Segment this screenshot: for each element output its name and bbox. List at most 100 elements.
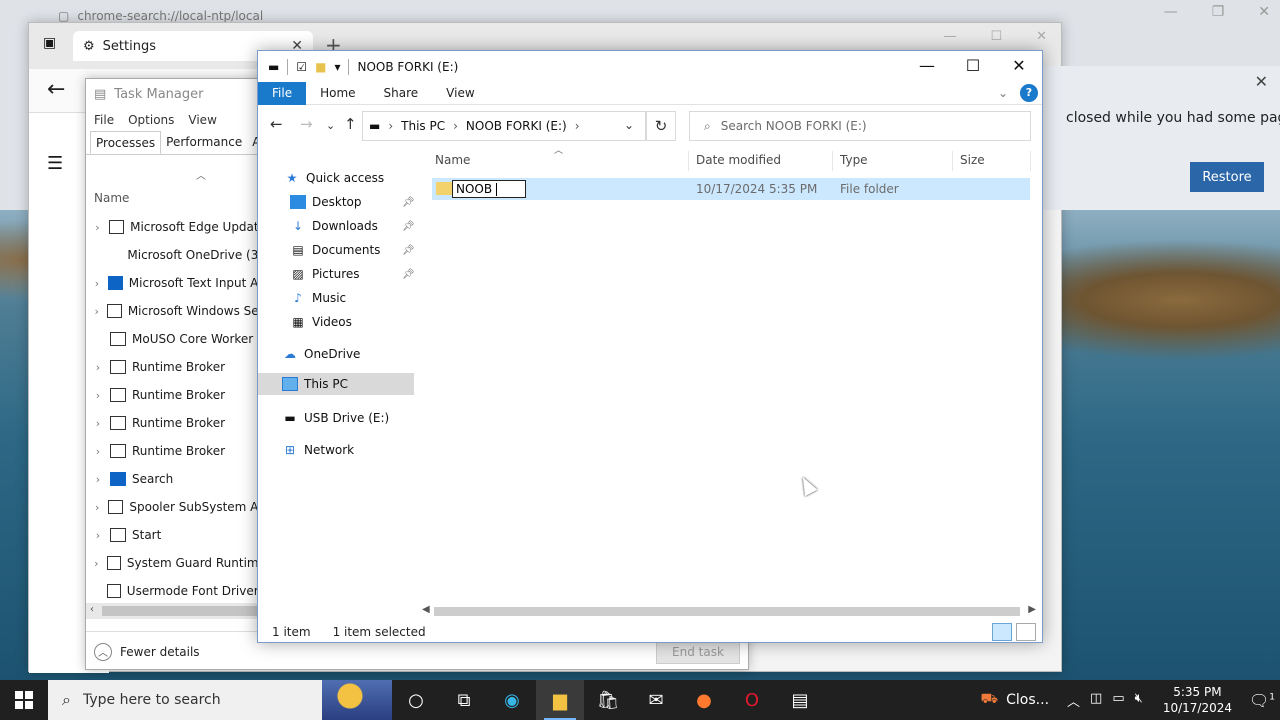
expand-icon[interactable]: › <box>86 221 109 234</box>
menu-file[interactable]: File <box>94 113 114 127</box>
process-row[interactable]: › Microsoft Text Input Ap <box>86 269 266 297</box>
process-row[interactable]: MoUSO Core Worker P <box>86 325 266 353</box>
new-folder-icon[interactable]: ■ <box>315 60 326 74</box>
expand-icon[interactable]: › <box>86 473 110 486</box>
back-arrow-icon[interactable]: ← <box>47 77 65 102</box>
process-row[interactable]: Usermode Font Driver I <box>86 577 266 605</box>
nav-desktop[interactable]: Desktop 📌︎ <box>290 191 440 213</box>
fewer-details-link[interactable]: Fewer details <box>120 645 200 659</box>
meet-now-icon[interactable]: ◫ <box>1090 691 1102 710</box>
process-row[interactable]: › Start <box>86 521 266 549</box>
close-icon[interactable]: ✕ <box>1036 29 1047 44</box>
close-icon[interactable]: ✕ <box>996 51 1042 81</box>
column-type[interactable]: Type <box>840 153 868 167</box>
nav-music[interactable]: ♪ Music <box>290 287 346 309</box>
expand-icon[interactable]: › <box>86 501 108 514</box>
tab-actions-icon[interactable]: ▣ <box>43 35 56 51</box>
minimize-icon[interactable]: — <box>943 29 956 44</box>
column-date-modified[interactable]: Date modified <box>696 153 781 167</box>
scroll-left-icon[interactable]: ‹ <box>90 604 94 615</box>
process-row[interactable]: › Runtime Broker <box>86 353 266 381</box>
recent-locations-icon[interactable]: ⌄ <box>326 119 335 132</box>
tab-performance[interactable]: Performance <box>161 131 247 154</box>
refresh-button[interactable]: ↻ <box>646 111 676 141</box>
start-button[interactable] <box>0 680 48 720</box>
restore-button[interactable]: Restore <box>1190 162 1264 192</box>
cortana-icon[interactable]: ○ <box>392 680 440 720</box>
expand-icon[interactable]: › <box>86 305 107 318</box>
expand-icon[interactable]: › <box>86 277 108 290</box>
expand-ribbon-icon[interactable]: ⌄ <box>998 86 1008 100</box>
expand-icon[interactable]: › <box>86 417 110 430</box>
end-task-button[interactable]: End task <box>656 640 740 664</box>
restore-icon[interactable]: ❐ <box>1212 4 1225 20</box>
clock[interactable]: 5:35 PM 10/17/2024 <box>1151 684 1244 716</box>
properties-icon[interactable]: ☑ <box>296 60 307 74</box>
horizontal-scrollbar[interactable]: ‹ <box>86 603 266 619</box>
nav-pictures[interactable]: ▨ Pictures 📌︎ <box>290 263 440 285</box>
nav-documents[interactable]: ▤ Documents 📌︎ <box>290 239 440 261</box>
horizontal-scrollbar[interactable]: ◀ ▶ <box>420 603 1038 619</box>
minimize-icon[interactable]: — <box>1164 4 1178 20</box>
address-bar[interactable]: ▬ › This PC › NOOB FORKI (E:) › <box>362 111 646 141</box>
news-widget[interactable]: ⛟ Clos... <box>971 691 1060 709</box>
expand-icon[interactable]: › <box>86 361 110 374</box>
maximize-icon[interactable]: ☐ <box>990 29 1002 44</box>
notification-icon[interactable]: 🗨︎1 <box>1244 691 1280 710</box>
address-dropdown-icon[interactable]: ⌄ <box>624 118 634 132</box>
menu-options[interactable]: Options <box>128 113 174 127</box>
tab-processes[interactable]: Processes <box>90 131 162 154</box>
breadcrumb-chevron[interactable]: › <box>575 119 580 133</box>
task-manager-icon[interactable]: ▤ <box>776 680 824 720</box>
ribbon-tab-home[interactable]: Home <box>306 82 369 105</box>
menu-view[interactable]: View <box>188 113 216 127</box>
breadcrumb-this-pc[interactable]: This PC <box>401 119 445 133</box>
process-row[interactable]: › Search <box>86 465 266 493</box>
nav-this-pc[interactable]: This PC <box>258 373 414 395</box>
process-row[interactable]: › Runtime Broker <box>86 381 266 409</box>
process-row[interactable]: › Microsoft Edge Update <box>86 213 266 241</box>
mail-icon[interactable]: ✉ <box>632 680 680 720</box>
details-view-icon[interactable] <box>992 623 1012 641</box>
close-icon[interactable]: ✕ <box>1255 72 1268 91</box>
up-arrow-icon[interactable]: ↑ <box>344 115 357 133</box>
nav-onedrive[interactable]: ☁ OneDrive <box>282 343 360 365</box>
file-row[interactable]: NOOB 10/17/2024 5:35 PM File folder <box>432 178 1030 200</box>
column-name[interactable]: Name <box>435 153 470 167</box>
nav-videos[interactable]: ▦ Videos <box>290 311 352 333</box>
process-row[interactable]: › System Guard Runtime <box>86 549 266 577</box>
network-icon[interactable]: ▭ <box>1112 691 1124 710</box>
nav-network[interactable]: ⊞ Network <box>282 439 354 461</box>
process-row[interactable]: Microsoft OneDrive (32 <box>86 241 266 269</box>
expand-icon[interactable]: › <box>86 557 107 570</box>
minimize-icon[interactable]: — <box>904 51 950 81</box>
menu-icon[interactable]: ☰ <box>47 153 63 174</box>
nav-usb-drive[interactable]: ▬ USB Drive (E:) <box>282 407 389 429</box>
column-name[interactable]: Name <box>94 191 129 205</box>
search-input[interactable]: ⌕ Search NOOB FORKI (E:) <box>689 111 1031 141</box>
store-icon[interactable]: 🛍︎ <box>584 680 632 720</box>
file-explorer-icon[interactable]: ▆ <box>536 680 584 720</box>
large-icons-view-icon[interactable] <box>1016 623 1036 641</box>
forward-arrow-icon[interactable]: → <box>300 115 313 133</box>
volume-muted-icon[interactable]: 🔇︎ <box>1135 691 1143 710</box>
ribbon-tab-view[interactable]: View <box>432 82 488 105</box>
ribbon-tab-share[interactable]: Share <box>370 82 433 105</box>
taskbar-search[interactable]: ⌕ Type here to search <box>48 680 392 720</box>
nav-downloads[interactable]: ↓ Downloads 📌︎ <box>290 215 440 237</box>
scrollbar-thumb[interactable] <box>434 607 1020 616</box>
rename-input[interactable]: NOOB <box>452 180 526 198</box>
opera-icon[interactable]: O <box>728 680 776 720</box>
task-view-icon[interactable]: ⧉ <box>440 680 488 720</box>
firefox-icon[interactable]: ● <box>680 680 728 720</box>
scroll-left-icon[interactable]: ◀ <box>422 604 430 615</box>
close-icon[interactable]: ✕ <box>1258 4 1270 20</box>
expand-icon[interactable]: › <box>86 529 110 542</box>
scrollbar-thumb[interactable] <box>102 606 262 616</box>
customize-toolbar-icon[interactable]: ▾ <box>334 60 340 74</box>
column-size[interactable]: Size <box>960 153 985 167</box>
chevron-up-icon[interactable]: ︿ <box>1067 691 1080 710</box>
ribbon-tab-file[interactable]: File <box>258 81 307 105</box>
process-row[interactable]: › Microsoft Windows Sea <box>86 297 266 325</box>
expand-icon[interactable]: › <box>86 445 110 458</box>
